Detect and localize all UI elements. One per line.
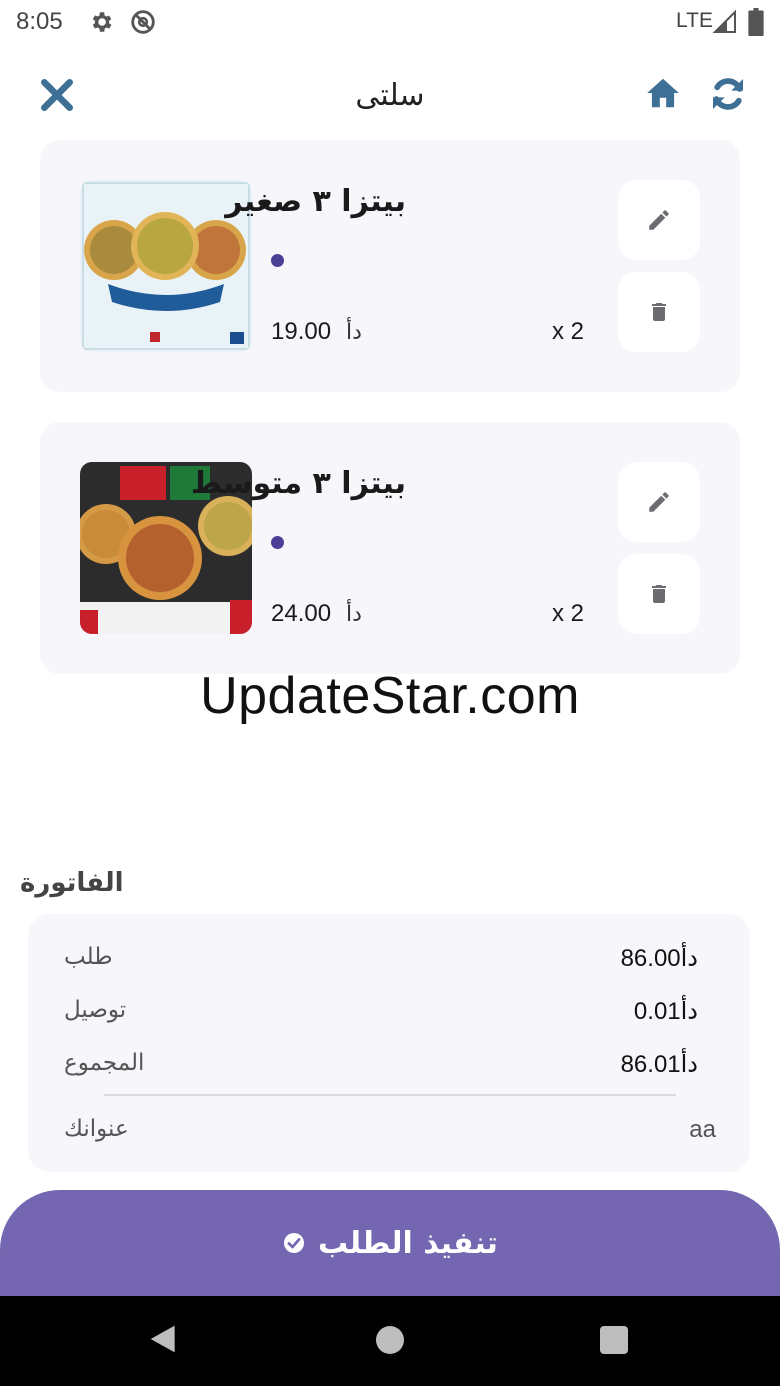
invoice-label-total: المجموع <box>64 1050 145 1076</box>
item-option-dot <box>271 536 284 549</box>
amount: 86.00 <box>620 945 681 972</box>
back-icon[interactable] <box>148 1322 180 1356</box>
invoice-summary: طلب دأ86.00 توصيل دأ0.01 المجموع دأ86.01… <box>28 914 750 1172</box>
app-header: سلتى <box>0 60 780 130</box>
item-quantity: x 2 <box>552 600 585 627</box>
item-price: 19.00 <box>271 318 332 345</box>
delete-icon <box>652 303 666 321</box>
address-value: aa <box>689 1116 716 1143</box>
status-time: 8:05 <box>16 8 63 35</box>
amount: 86.01 <box>620 1051 681 1078</box>
signal-icon <box>712 10 736 33</box>
cart-item: بيتزا ٣ صغير 19.00 دأ x 2 <box>40 140 740 392</box>
home-nav-icon[interactable] <box>376 1326 404 1354</box>
page-title: سلتى <box>355 78 425 113</box>
item-option-dot <box>271 254 284 267</box>
edit-icon <box>649 210 669 230</box>
item-name: بيتزا ٣ صغير <box>225 184 406 219</box>
navigation-bar <box>0 1296 780 1386</box>
address-label: عنوانك <box>64 1116 129 1142</box>
no-sync-icon <box>131 10 155 34</box>
delete-icon <box>652 585 666 603</box>
delete-button[interactable] <box>618 272 700 352</box>
edit-button[interactable] <box>618 462 700 542</box>
submit-label: تنفيذ الطلب <box>318 1225 498 1261</box>
settings-icon <box>92 12 112 32</box>
invoice-label-delivery: توصيل <box>64 997 127 1023</box>
edit-button[interactable] <box>618 180 700 260</box>
check-circle-icon <box>284 1233 305 1253</box>
submit-order-button[interactable]: تنفيذ الطلب <box>0 1190 780 1296</box>
item-quantity: x 2 <box>552 318 585 345</box>
close-icon[interactable] <box>38 76 76 114</box>
edit-icon <box>649 492 669 512</box>
recents-icon[interactable] <box>600 1326 628 1354</box>
currency-label: دأ <box>680 944 698 972</box>
item-currency: دأ <box>346 320 362 345</box>
invoice-value-order: دأ86.00 <box>621 944 716 973</box>
delete-button[interactable] <box>618 554 700 634</box>
cart-item: بيتزا ٣ متوسط 24.00 دأ x 2 <box>40 422 740 674</box>
battery-icon <box>748 8 764 36</box>
status-bar: 8:05 LTE <box>0 0 780 46</box>
watermark: UpdateStar.com <box>200 667 580 725</box>
currency-label: دأ <box>680 997 698 1025</box>
item-currency: دأ <box>346 602 362 627</box>
invoice-value-delivery: دأ0.01 <box>634 997 716 1026</box>
invoice-label-order: طلب <box>64 944 113 970</box>
item-name: بيتزا ٣ متوسط <box>190 466 406 501</box>
home-icon[interactable] <box>644 74 682 112</box>
invoice-heading: الفاتورة <box>20 868 124 898</box>
invoice-value-total: دأ86.01 <box>621 1050 716 1079</box>
amount: 0.01 <box>633 998 681 1025</box>
network-type: LTE <box>676 9 713 32</box>
item-price: 24.00 <box>271 600 332 627</box>
divider <box>104 1094 676 1096</box>
currency-label: دأ <box>680 1050 698 1078</box>
refresh-icon[interactable] <box>708 74 748 114</box>
